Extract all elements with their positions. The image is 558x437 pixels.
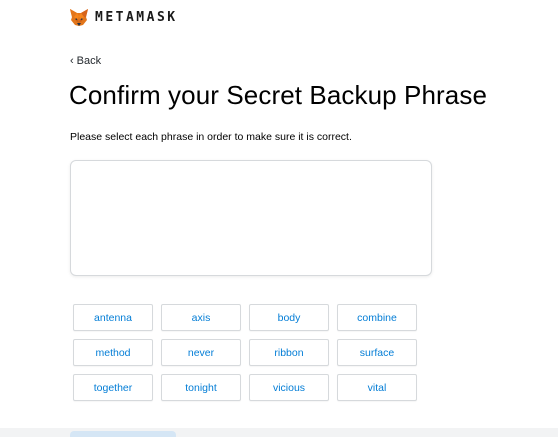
- word-button-axis[interactable]: axis: [161, 304, 241, 331]
- metamask-logo: METAMASK: [69, 8, 178, 27]
- word-button-surface[interactable]: surface: [337, 339, 417, 366]
- word-button-together[interactable]: together: [73, 374, 153, 401]
- back-label: Back: [76, 55, 102, 67]
- confirm-backup-phrase-page: METAMASK ‹ Back Confirm your Secret Back…: [0, 0, 558, 437]
- chevron-left-icon: ‹: [70, 55, 74, 67]
- word-button-method[interactable]: method: [73, 339, 153, 366]
- confirm-button[interactable]: [70, 431, 176, 437]
- logo-wordmark: METAMASK: [95, 10, 178, 25]
- word-options-grid: antenna axis body combine method never r…: [73, 304, 417, 401]
- word-button-never[interactable]: never: [161, 339, 241, 366]
- page-title: Confirm your Secret Backup Phrase: [69, 80, 488, 110]
- word-button-combine[interactable]: combine: [337, 304, 417, 331]
- selected-phrase-drop-area[interactable]: [70, 160, 432, 276]
- word-button-vicious[interactable]: vicious: [249, 374, 329, 401]
- fox-icon: [69, 8, 89, 27]
- word-button-tonight[interactable]: tonight: [161, 374, 241, 401]
- word-button-body[interactable]: body: [249, 304, 329, 331]
- word-button-ribbon[interactable]: ribbon: [249, 339, 329, 366]
- instructions-text: Please select each phrase in order to ma…: [70, 131, 352, 143]
- word-button-vital[interactable]: vital: [337, 374, 417, 401]
- back-link[interactable]: ‹ Back: [70, 55, 101, 67]
- word-button-antenna[interactable]: antenna: [73, 304, 153, 331]
